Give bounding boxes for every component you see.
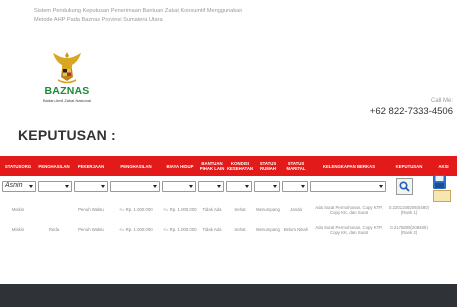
column-header: STATUS RUMAH — [259, 161, 277, 171]
table-cell: <= Rp. 1.000.000 — [119, 207, 153, 213]
filter-select-kesehatan[interactable] — [226, 181, 252, 192]
column-header: KEPUTUSAN — [395, 163, 423, 169]
table-row: Miskin Reda Penuh Waktu <= Rp. 1.000.000… — [0, 221, 457, 239]
table-cell: Sehat — [234, 207, 246, 213]
filter-select-rumah[interactable] — [254, 181, 280, 192]
filter-select-pekerjaan[interactable] — [74, 181, 108, 192]
baznas-logo[interactable]: BAZNAS Badan Amil Zakat Nasional — [36, 50, 98, 103]
column-header: PEKERJAAN — [77, 163, 105, 169]
save-button[interactable] — [432, 174, 447, 190]
column-header: STATUSORG — [4, 163, 32, 169]
table-cell: Miskin — [11, 227, 25, 233]
filter-select-status[interactable]: Asnin — [2, 181, 36, 192]
table-cell: Penuh Waktu — [78, 207, 104, 213]
table-cell: Penuh Waktu — [78, 227, 104, 233]
table-cell: Menumpang — [256, 207, 280, 213]
filter-select-penghasilan[interactable] — [38, 181, 72, 192]
chevron-down-icon — [153, 185, 157, 188]
system-subtitle: Metode AHP Pada Baznas Provinsi Sumatera… — [34, 17, 163, 23]
system-title: Sistem Pendukung Keputusan Penerimaan Ba… — [34, 8, 243, 14]
garuda-emblem-icon — [53, 52, 81, 84]
column-header: STATUS MARITAL — [286, 161, 306, 171]
filter-value: Asnin — [5, 182, 23, 189]
footer-bar — [0, 284, 457, 307]
table-cell: Tidak Ada — [202, 207, 222, 213]
table-cell: Miskin — [11, 207, 25, 213]
table-cell: 0.2201349206(5480) (Rank 1) — [389, 204, 429, 215]
table-cell: <= Rp. 1.000.000 — [119, 227, 153, 233]
save-icon — [433, 175, 446, 189]
system-header: Sistem Pendukung Keputusan Penerimaan Ba… — [34, 7, 242, 25]
contact-label: Call Me: — [430, 98, 453, 104]
column-header: KELENGKAPAN BERKAS — [322, 163, 376, 169]
table-cell: Menumpang — [256, 227, 280, 233]
contact-phone: +62 822-7333-4506 — [369, 106, 453, 117]
search-icon — [399, 181, 410, 192]
table-cell: Ada Surat Permohonan, Copy KTP, Copy KK,… — [315, 224, 383, 235]
column-header: PENGHASILAN — [38, 163, 70, 169]
chevron-down-icon — [301, 185, 305, 188]
column-header: BANTUAN PIHAK LAIN — [199, 161, 225, 171]
column-header: KONDISI KESEHATAN — [226, 161, 254, 171]
filter-select-biaya-hidup[interactable] — [162, 181, 196, 192]
filter-select-marital[interactable] — [282, 181, 308, 192]
table-cell: Tidak Ada — [202, 227, 222, 233]
chevron-down-icon — [65, 185, 69, 188]
page: Sistem Pendukung Keputusan Penerimaan Ba… — [0, 0, 457, 307]
chevron-down-icon — [379, 185, 383, 188]
table-header: STATUSORG PENGHASILAN PEKERJAAN PENGHASI… — [0, 156, 457, 176]
contact-info: Call Me: +62 822-7333-4506 — [370, 98, 453, 117]
filter-row: Asnin — [0, 180, 457, 194]
table-cell: <= Rp. 1.000.000 — [163, 207, 197, 213]
table-cell: Sehat — [234, 227, 246, 233]
chevron-down-icon — [245, 185, 249, 188]
table-cell: 0.2175809(208480) (Rank 2) — [390, 224, 428, 235]
chevron-down-icon — [29, 185, 33, 188]
column-header: AKSI — [438, 163, 449, 169]
table-cell: <= Rp. 1.000.000 — [163, 227, 197, 233]
brand-tagline: Badan Amil Zakat Nasional — [42, 98, 92, 103]
table-cell: Belum Nikah — [283, 227, 309, 233]
page-title: KEPUTUSAN : — [18, 127, 116, 143]
table-cell — [36, 201, 72, 219]
chevron-down-icon — [101, 185, 105, 188]
table-row: Miskin Penuh Waktu <= Rp. 1.000.000 <= R… — [0, 201, 457, 219]
brand-name: BAZNAS — [44, 85, 90, 97]
filter-select-penghasilan-2[interactable] — [110, 181, 160, 192]
column-header: PENGHASILAN — [120, 163, 152, 169]
search-button[interactable] — [396, 178, 413, 195]
chevron-down-icon — [189, 185, 193, 188]
chevron-down-icon — [273, 185, 277, 188]
table-cell: Reda — [48, 227, 60, 233]
filter-select-bantuan[interactable] — [198, 181, 224, 192]
table-cell: Ada Surat Permohonan, Copy KTP, Copy KK,… — [315, 204, 383, 215]
table-cell: Janda — [290, 207, 302, 213]
chevron-down-icon — [217, 185, 221, 188]
column-header: BIAYA HIDUP — [166, 163, 194, 169]
filter-select-berkas[interactable] — [310, 181, 386, 192]
